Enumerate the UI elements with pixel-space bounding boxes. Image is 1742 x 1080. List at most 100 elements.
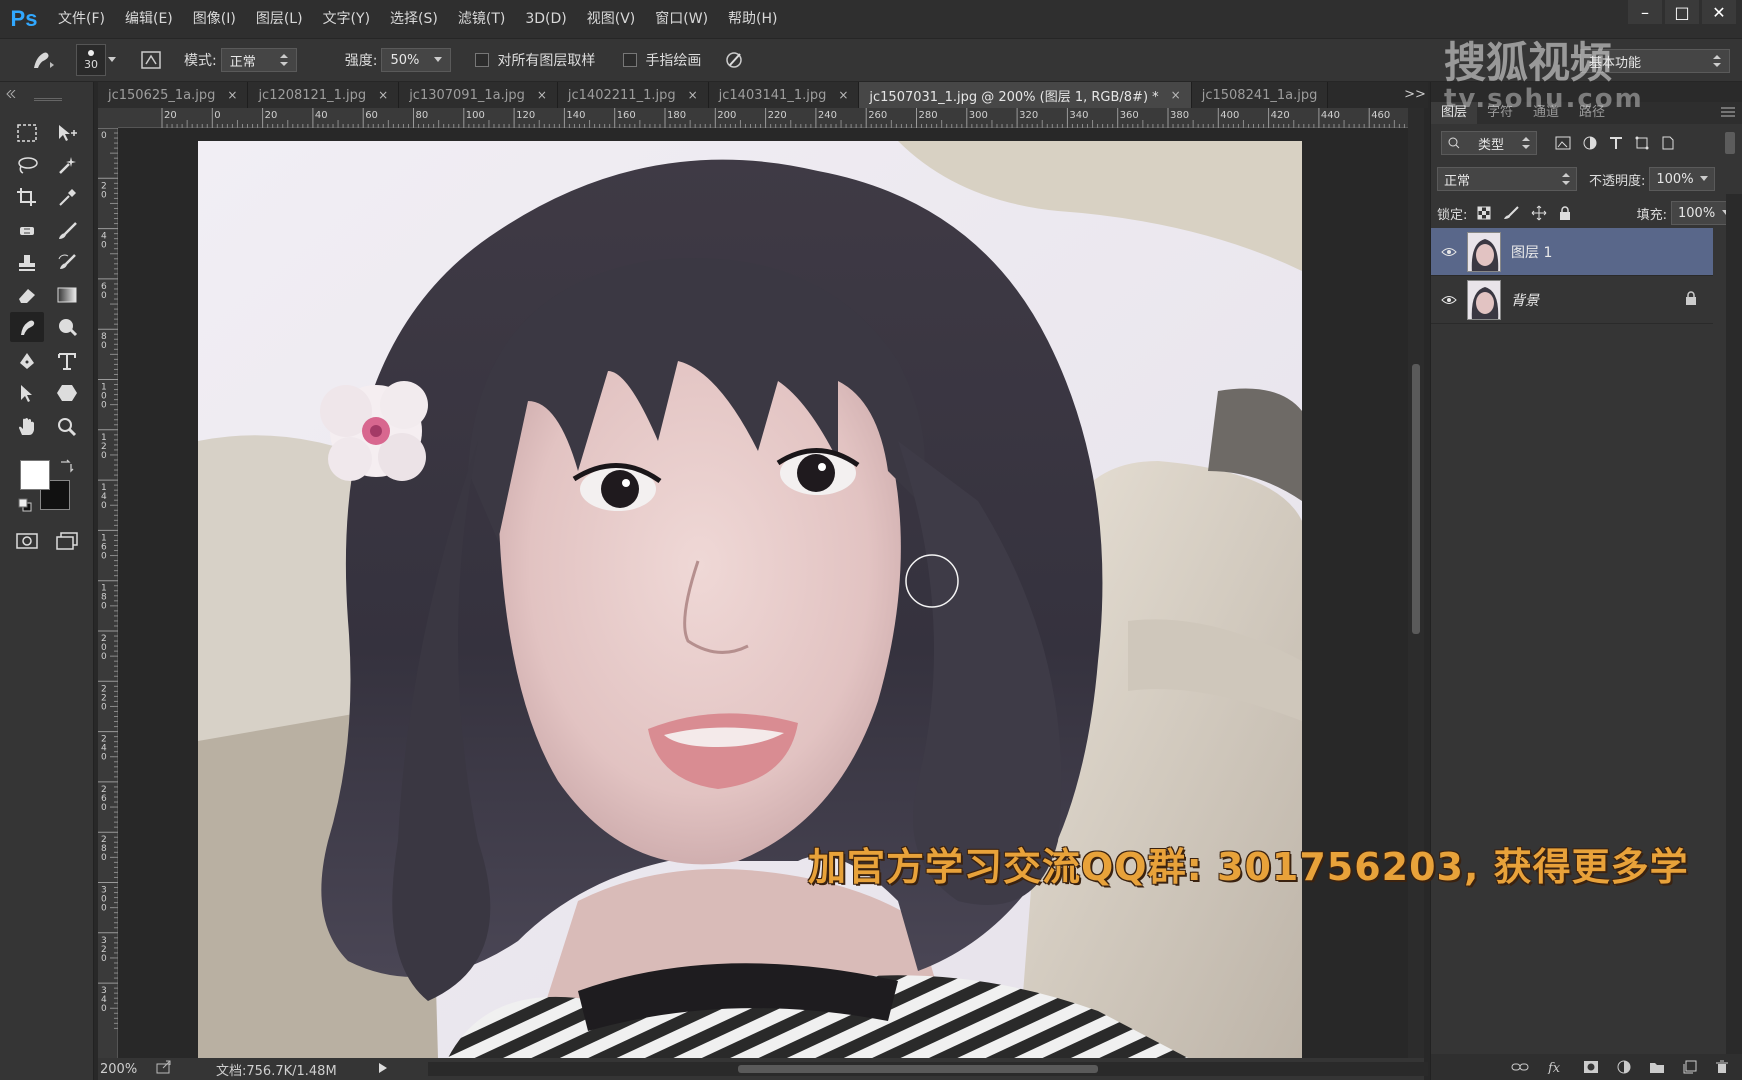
menu-3d[interactable]: 3D(D) [515,0,576,38]
tab-document[interactable]: jc1403141_1.jpg × [708,82,860,108]
menu-edit[interactable]: 编辑(E) [115,0,183,38]
swap-colors-button[interactable] [58,458,74,474]
status-menu-arrow[interactable] [378,1062,387,1077]
shape-filter-icon[interactable] [1635,136,1649,150]
mode-select[interactable]: 正常 [220,48,297,72]
tab-close-icon[interactable]: × [537,88,547,102]
trash-icon[interactable] [1715,1060,1729,1074]
lasso-tool[interactable] [10,150,44,180]
brush-tool[interactable] [50,216,84,246]
sample-all-layers-checkbox[interactable] [475,53,490,67]
scrollbar-thumb[interactable] [1412,364,1420,634]
tab-document[interactable]: jc1208121_1.jpg × [248,82,400,108]
zoom-level[interactable]: 200% [100,1062,146,1077]
foreground-color-swatch[interactable] [20,460,50,490]
quick-mask-button[interactable] [10,526,44,556]
brush-dropdown-arrow[interactable] [108,50,118,70]
healing-brush-tool[interactable] [10,216,44,246]
tab-close-icon[interactable]: × [688,88,698,102]
strength-input[interactable]: 50% [381,48,452,72]
pressure-size-button[interactable] [721,47,747,73]
eraser-tool[interactable] [10,280,44,310]
adjustment-layer-icon[interactable] [1617,1060,1631,1074]
blend-mode-select[interactable]: 正常 [1437,167,1577,191]
close-button[interactable]: ✕ [1702,0,1736,24]
minimize-button[interactable]: – [1628,0,1662,24]
pen-tool[interactable] [10,346,44,376]
tab-overflow-button[interactable]: >> [1402,82,1428,108]
crop-tool[interactable] [10,182,44,212]
tool-preset-picker[interactable] [24,45,60,75]
menu-filter[interactable]: 滤镜(T) [448,0,515,38]
horizontal-ruler[interactable]: 20 0 20 40 60 80 100 120 140 160 180 200 220 240 260 28… [118,108,1408,128]
tab-document[interactable]: jc150625_1a.jpg × [98,82,249,108]
move-tool[interactable] [50,118,84,148]
document-canvas[interactable] [118,129,1408,1058]
sample-all-layers-option[interactable]: 对所有图层取样 [475,50,595,70]
tab-close-icon[interactable]: × [838,88,848,102]
brush-size-picker[interactable]: 30 [76,44,106,76]
opacity-input[interactable]: 100% [1649,167,1716,191]
status-export-button[interactable] [156,1060,176,1078]
layer-visibility-toggle[interactable] [1431,295,1467,305]
type-filter-icon[interactable] [1609,136,1623,150]
ruler-origin[interactable] [98,108,118,128]
canvas-vertical-scrollbar[interactable] [1408,108,1424,1058]
default-colors-button[interactable] [18,498,32,512]
filter-toggle[interactable] [1725,132,1735,154]
panel-menu-button[interactable] [1721,102,1742,124]
menu-image[interactable]: 图像(I) [183,0,246,38]
magic-wand-tool[interactable] [50,150,84,180]
zoom-tool[interactable] [50,412,84,442]
dodge-tool[interactable] [50,312,84,342]
adjustment-filter-icon[interactable] [1583,136,1597,150]
vertical-ruler[interactable]: 0204060801001201401601802002202402602803… [98,128,118,1058]
filter-kind-select[interactable]: 类型 [1441,131,1537,155]
type-tool[interactable] [50,346,84,376]
smart-object-filter-icon[interactable] [1661,136,1675,150]
menu-file[interactable]: 文件(F) [48,0,115,38]
brush-panel-toggle[interactable] [138,47,164,73]
marquee-tool[interactable] [10,118,44,148]
eyedropper-tool[interactable] [50,182,84,212]
finger-painting-option[interactable]: 手指绘画 [623,50,701,70]
screen-mode-button[interactable] [50,526,84,556]
clone-stamp-tool[interactable] [10,248,44,278]
tab-document-active[interactable]: jc1507031_1.jpg @ 200% (图层 1, RGB/8#) * × [859,82,1192,108]
scrollbar-thumb[interactable] [738,1065,1098,1073]
path-selection-tool[interactable] [10,378,44,408]
tab-document[interactable]: jc1307091_1a.jpg × [399,82,558,108]
lock-transparent-icon[interactable] [1477,206,1491,220]
layer-visibility-toggle[interactable] [1431,247,1467,257]
toolbox-grip[interactable] [34,98,62,101]
lock-position-icon[interactable] [1531,205,1547,221]
hand-tool[interactable] [10,412,44,442]
maximize-button[interactable]: □ [1665,0,1699,24]
menu-type[interactable]: 文字(Y) [313,0,380,38]
gradient-tool[interactable] [50,280,84,310]
new-group-icon[interactable] [1649,1060,1665,1074]
fx-icon[interactable]: fx [1547,1060,1565,1074]
layer-row[interactable]: 背景 [1431,276,1713,324]
layers-scrollbar[interactable] [1726,194,1742,1054]
add-mask-icon[interactable] [1583,1060,1599,1074]
menu-layer[interactable]: 图层(L) [246,0,313,38]
tab-close-icon[interactable]: × [227,88,237,102]
tab-close-icon[interactable]: × [1171,88,1181,102]
finger-painting-checkbox[interactable] [623,53,638,67]
tab-document[interactable]: jc1402211_1.jpg × [557,82,709,108]
link-layers-icon[interactable] [1511,1062,1529,1072]
menu-view[interactable]: 视图(V) [577,0,646,38]
lock-all-icon[interactable] [1559,206,1571,220]
canvas-horizontal-scrollbar[interactable] [428,1062,1428,1076]
menu-window[interactable]: 窗口(W) [645,0,718,38]
new-layer-icon[interactable] [1683,1060,1697,1074]
layer-row[interactable]: 图层 1 [1431,228,1713,276]
pixel-layer-filter-icon[interactable] [1555,136,1571,150]
toolbox-collapse[interactable] [6,86,16,99]
tab-close-icon[interactable]: × [378,88,388,102]
tab-document[interactable]: jc1508241_1a.jpg [1191,82,1329,108]
menu-select[interactable]: 选择(S) [380,0,448,38]
smudge-tool[interactable] [10,312,44,342]
menu-help[interactable]: 帮助(H) [718,0,787,38]
